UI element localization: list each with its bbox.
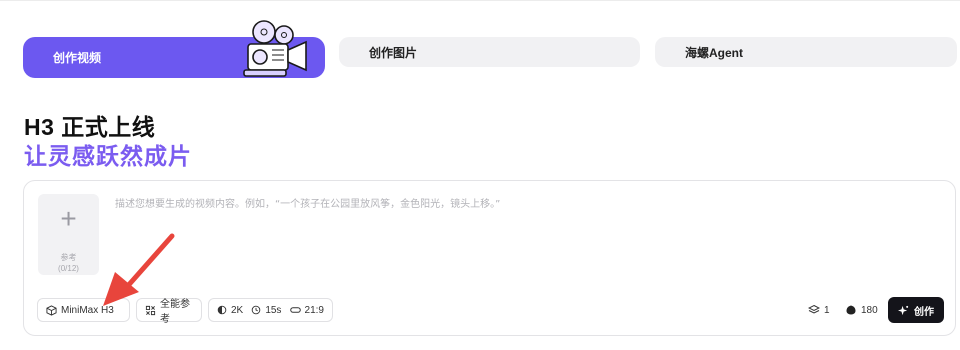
layers-icon: [808, 304, 820, 314]
ratio-icon: [289, 307, 301, 313]
add-reference-button[interactable]: + 参考 (0/12): [38, 194, 99, 275]
tab-label: 海螺Agent: [685, 45, 743, 60]
prompt-composer: + 参考 (0/12) MiniMax H3 全能参考 2K: [23, 180, 956, 336]
reference-label: 参考: [60, 253, 77, 262]
page-subtitle: 让灵感跃然成片: [24, 143, 192, 169]
camera-icon: [243, 20, 307, 77]
all-reference-label: 全能参考: [160, 299, 190, 325]
generation-settings[interactable]: 2K 15s 21:9: [208, 298, 333, 322]
all-reference-button[interactable]: 全能参考: [136, 298, 202, 325]
cube-icon: [46, 304, 57, 316]
output-count[interactable]: 1: [808, 298, 830, 322]
puzzle-icon: [145, 305, 156, 315]
tab-create-image[interactable]: 创作图片: [339, 37, 640, 67]
credit-cost: 180: [845, 298, 878, 322]
clock-icon: [252, 305, 261, 315]
reference-count: (0/12): [58, 264, 79, 273]
plus-icon: +: [60, 203, 77, 234]
tab-hailuo-agent[interactable]: 海螺Agent: [655, 37, 957, 67]
tab-label: 创作视频: [53, 51, 102, 65]
prompt-input[interactable]: [115, 195, 935, 285]
credit-value: 180: [861, 304, 878, 316]
output-count-value: 1: [824, 304, 830, 316]
model-name: MiniMax H3: [61, 304, 114, 316]
top-divider: [0, 0, 960, 1]
credit-icon: [846, 305, 856, 315]
sparkle-icon: [898, 305, 909, 315]
create-label: 创作: [914, 306, 934, 318]
half-moon-icon: [217, 305, 227, 315]
model-selector[interactable]: MiniMax H3: [37, 298, 130, 322]
duration-value: 15s: [265, 304, 282, 316]
tab-label: 创作图片: [369, 45, 418, 60]
aspect-ratio-value: 21:9: [304, 304, 324, 316]
resolution-value: 2K: [231, 304, 244, 316]
create-button[interactable]: 创作: [888, 297, 944, 323]
